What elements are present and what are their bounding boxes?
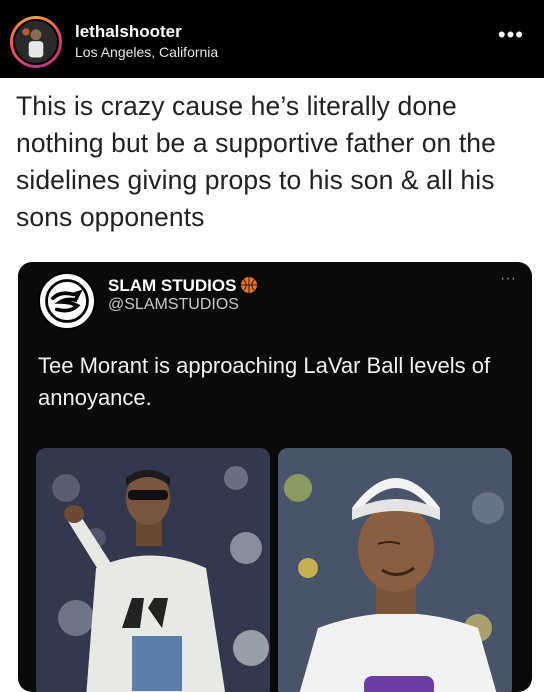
basketball-icon <box>241 277 258 293</box>
post-caption: This is crazy cause he’s literally done … <box>16 91 496 232</box>
more-options-icon[interactable]: ••• <box>498 22 524 48</box>
tweet-photo-right[interactable] <box>278 448 512 692</box>
location[interactable]: Los Angeles, California <box>75 44 218 60</box>
tweet-author-name: SLAM STUDIOS <box>108 276 258 296</box>
slam-logo-avatar <box>38 272 96 330</box>
tweet-text: Tee Morant is approaching LaVar Ball lev… <box>38 353 491 410</box>
embedded-tweet: SLAM STUDIOS @SLAMSTUDIOS ··· Tee Morant… <box>18 262 532 692</box>
story-ring[interactable] <box>10 16 62 68</box>
avatar[interactable] <box>13 19 59 65</box>
tweet-author-handle: @SLAMSTUDIOS <box>108 296 239 313</box>
username[interactable]: lethalshooter <box>75 22 182 42</box>
tweet-photo-left[interactable] <box>36 448 270 692</box>
post-header: lethalshooter Los Angeles, California ••… <box>0 0 544 78</box>
author-name-text: SLAM STUDIOS <box>108 276 237 295</box>
tweet-more-icon[interactable]: ··· <box>500 270 516 288</box>
